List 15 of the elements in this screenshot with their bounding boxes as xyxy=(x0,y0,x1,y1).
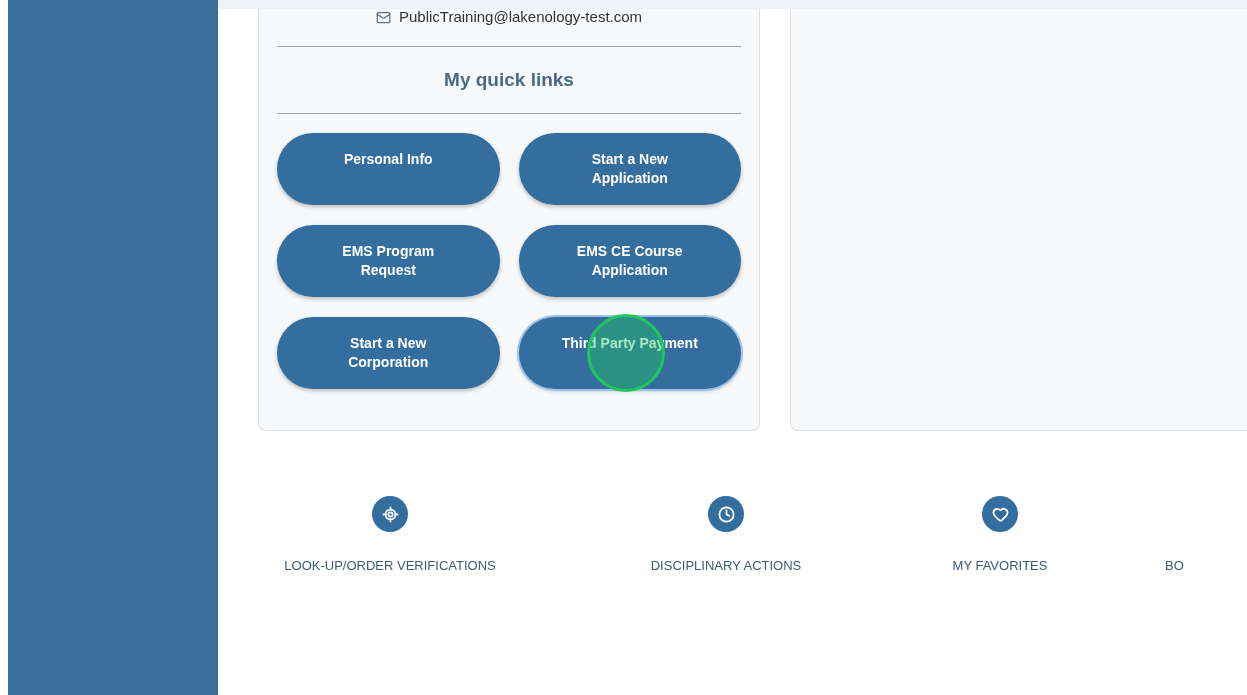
shortcut-link[interactable]: LOOK-UP/ORDER VERIFICATIONS xyxy=(284,556,496,576)
shortcut-link[interactable]: MY FAVORITES xyxy=(952,556,1048,576)
shortcut-icon[interactable] xyxy=(372,496,408,532)
shortcut-link[interactable]: DISCIPLINARY ACTIONS xyxy=(650,556,802,576)
shortcut-icon[interactable] xyxy=(982,496,1018,532)
quick-link-button[interactable]: Start a New Corporation xyxy=(277,317,500,389)
quick-link-button[interactable]: EMS CE Course Application xyxy=(518,225,741,297)
quick-link-button[interactable]: EMS Program Request xyxy=(277,225,500,297)
quick-link-button[interactable]: Personal Info xyxy=(277,133,500,205)
mail-icon xyxy=(375,9,391,25)
email-address: PublicTraining@lakenology-test.com xyxy=(398,6,643,27)
shortcut-link[interactable]: BO xyxy=(1165,556,1184,576)
section-title: My quick links xyxy=(443,68,575,92)
quick-link-button[interactable]: Start a New Application xyxy=(518,133,741,205)
shortcut-icon[interactable] xyxy=(708,496,744,532)
